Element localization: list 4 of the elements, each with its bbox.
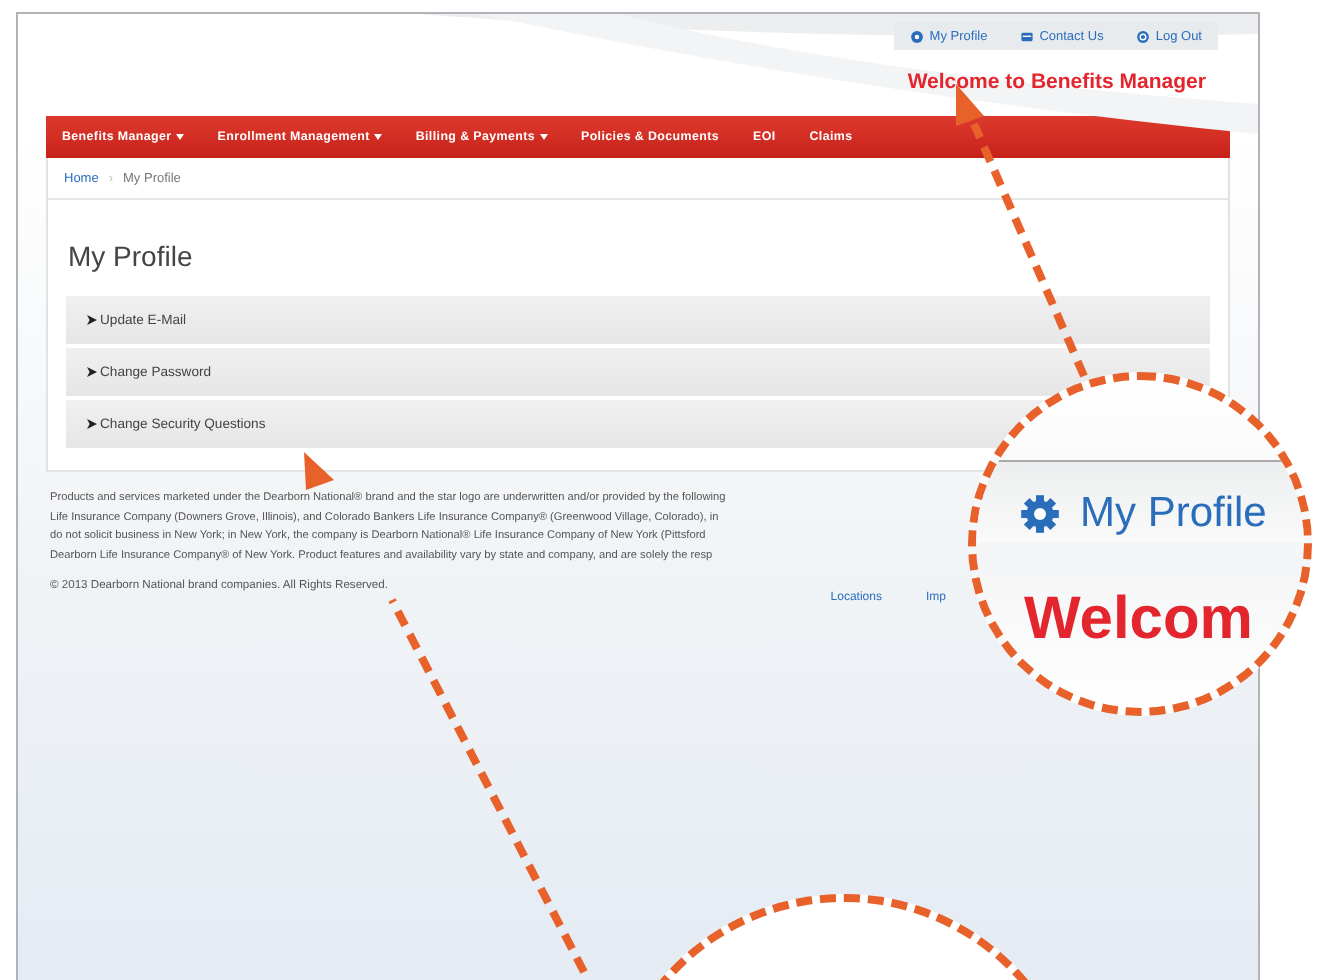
welcome-heading: Welcome to Benefits Manager	[907, 70, 1206, 94]
magnified-welcome: Welcom	[1024, 586, 1253, 654]
page-title: My Profile	[68, 240, 195, 272]
card-icon	[1019, 29, 1034, 43]
